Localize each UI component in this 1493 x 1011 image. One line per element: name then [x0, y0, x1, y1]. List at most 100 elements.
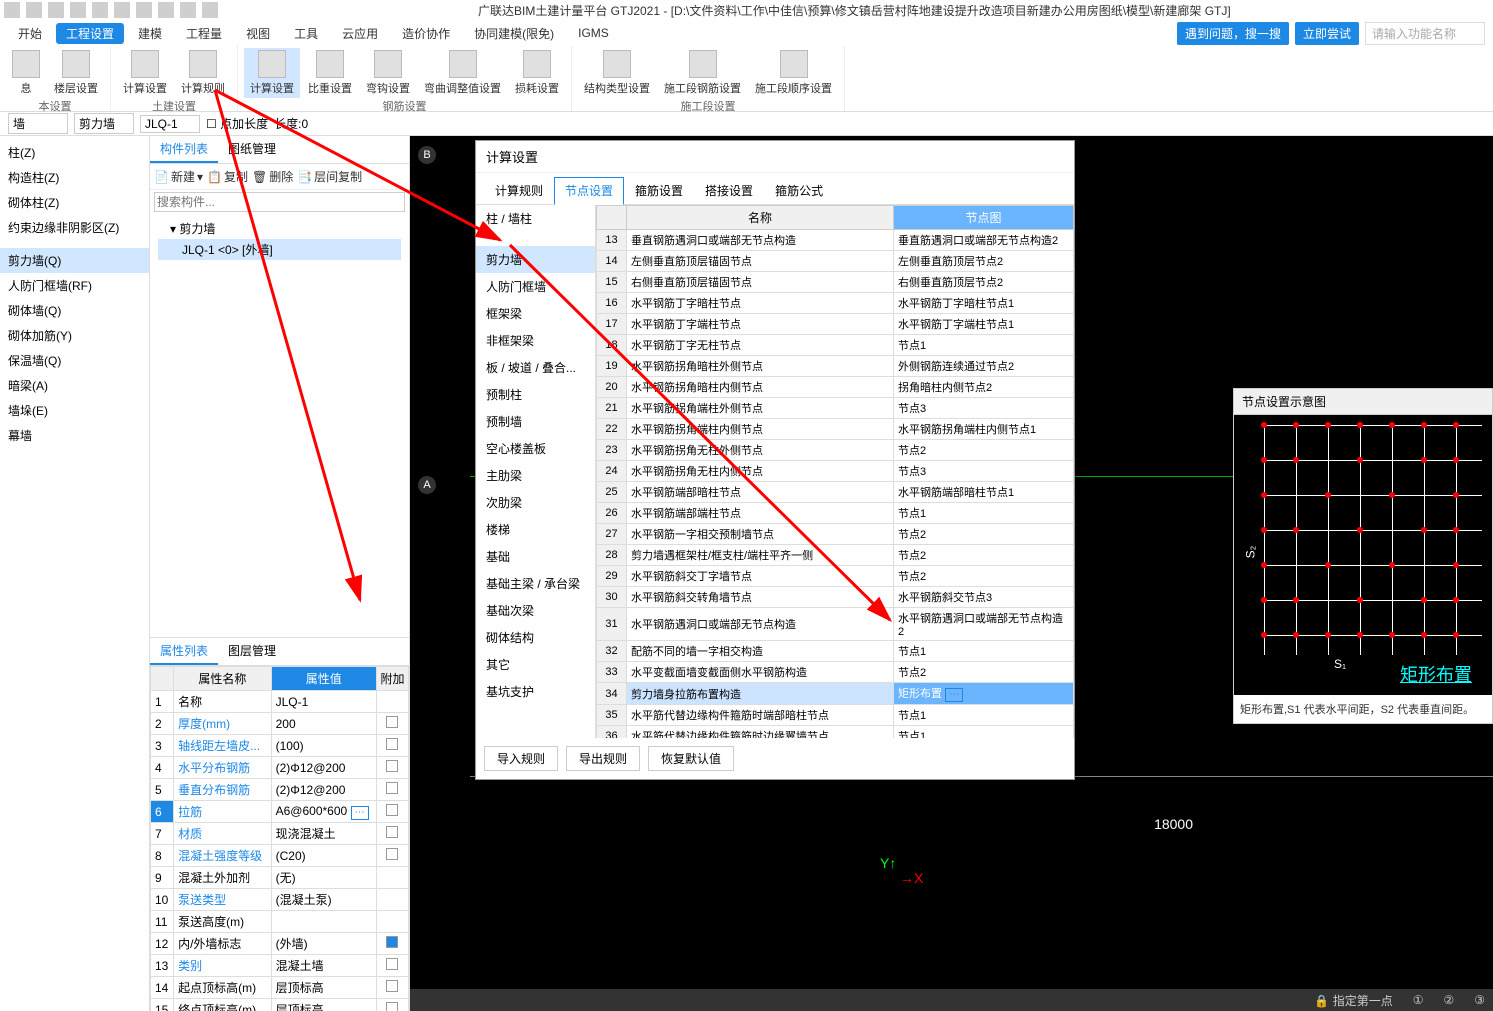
node-name[interactable]: 水平钢筋拐角端柱内侧节点	[627, 419, 894, 440]
category-item[interactable]: 预制柱	[476, 381, 595, 408]
prop-value[interactable]: (C20)	[271, 845, 376, 867]
category-item[interactable]: 柱 / 墙柱	[476, 205, 595, 232]
prop-value[interactable]: A6@600*600 ⋯	[271, 801, 376, 823]
status-circle[interactable]: ③	[1474, 993, 1485, 1007]
node-value[interactable]: 外侧钢筋连续通过节点2	[894, 356, 1074, 377]
nav-masonry-wall[interactable]: 砌体墙(Q)	[0, 298, 149, 323]
node-value[interactable]: 节点1	[894, 641, 1074, 662]
edit-button[interactable]: ⋯	[351, 806, 369, 820]
prop-chk[interactable]	[376, 735, 408, 757]
node-name[interactable]: 水平钢筋丁字端柱节点	[627, 314, 894, 335]
category-item[interactable]: 其它	[476, 651, 595, 678]
prop-name[interactable]: 泵送高度(m)	[174, 911, 272, 933]
dlg-tab-rules[interactable]: 计算规则	[484, 177, 554, 204]
prop-value[interactable]: 层顶标高	[271, 999, 376, 1011]
qat-icon[interactable]	[136, 2, 152, 18]
rb-weight[interactable]: 比重设置	[302, 48, 358, 98]
prop-name[interactable]: 终点顶标高(m)	[174, 999, 272, 1011]
qat-icon[interactable]	[26, 2, 42, 18]
prop-name[interactable]: 轴线距左墙皮...	[174, 735, 272, 757]
node-value[interactable]: 节点2	[894, 662, 1074, 683]
combo-type[interactable]: 剪力墙	[74, 113, 134, 134]
prop-chk[interactable]	[376, 977, 408, 999]
node-value[interactable]: 垂直筋遇洞口或端部无节点构造2	[894, 230, 1074, 251]
btn-copy[interactable]: 📋 复制	[207, 168, 248, 185]
search-tip[interactable]: 遇到问题，搜一搜	[1177, 22, 1289, 45]
node-value[interactable]: 矩形布置 ⋯	[894, 683, 1074, 705]
menu-modeling[interactable]: 建模	[128, 23, 172, 44]
prop-value[interactable]: (2)Φ12@200	[271, 779, 376, 801]
rb-rebar-calc[interactable]: 计算设置	[244, 48, 300, 98]
category-item[interactable]: 砌体结构	[476, 624, 595, 651]
category-item[interactable]: 基础次梁	[476, 597, 595, 624]
node-name[interactable]: 水平钢筋一字相交预制墙节点	[627, 524, 894, 545]
tab-drawing-mgmt[interactable]: 图纸管理	[218, 136, 286, 163]
prop-chk[interactable]	[376, 691, 408, 713]
dlg-tab-stirrup[interactable]: 箍筋设置	[624, 177, 694, 204]
btn-new[interactable]: 📄 新建 ▾	[154, 168, 203, 185]
nav-hidden-beam[interactable]: 暗梁(A)	[0, 373, 149, 398]
menu-tools[interactable]: 工具	[284, 23, 328, 44]
node-name[interactable]: 水平钢筋拐角无柱外侧节点	[627, 440, 894, 461]
prop-chk[interactable]	[376, 823, 408, 845]
nav-masonry-rebar[interactable]: 砌体加筋(Y)	[0, 323, 149, 348]
btn-layer-copy[interactable]: 📑 层间复制	[297, 168, 362, 185]
node-name[interactable]: 剪力墙遇框架柱/框支柱/端柱平齐一侧	[627, 545, 894, 566]
qat-icon[interactable]	[92, 2, 108, 18]
rb-loss[interactable]: 损耗设置	[509, 48, 565, 98]
node-name[interactable]: 配筋不同的墙一字相交构造	[627, 641, 894, 662]
nav-curtain[interactable]: 幕墙	[0, 423, 149, 448]
node-name[interactable]: 水平钢筋丁字暗柱节点	[627, 293, 894, 314]
prop-name[interactable]: 水平分布钢筋	[174, 757, 272, 779]
category-item[interactable]: 主肋梁	[476, 462, 595, 489]
btn-export-rule[interactable]: 导出规则	[566, 746, 640, 771]
node-value[interactable]: 水平钢筋遇洞口或端部无节点构造2	[894, 608, 1074, 641]
rb-floor[interactable]: 楼层设置	[48, 48, 104, 98]
prop-name[interactable]: 拉筋	[174, 801, 272, 823]
qat-icon[interactable]	[180, 2, 196, 18]
prop-name[interactable]: 名称	[174, 691, 272, 713]
node-name[interactable]: 水平钢筋拐角暗柱外侧节点	[627, 356, 894, 377]
category-item[interactable]: 基础主梁 / 承台梁	[476, 570, 595, 597]
category-item[interactable]: 空心楼盖板	[476, 435, 595, 462]
node-value[interactable]: 节点1	[894, 503, 1074, 524]
node-value[interactable]: 节点1	[894, 705, 1074, 726]
nav-pier[interactable]: 墙垛(E)	[0, 398, 149, 423]
menu-quantity[interactable]: 工程量	[176, 23, 232, 44]
qat-icon[interactable]	[114, 2, 130, 18]
category-item[interactable]: 板 / 坡道 / 叠合...	[476, 354, 595, 381]
dlg-tab-formula[interactable]: 箍筋公式	[764, 177, 834, 204]
prop-chk[interactable]	[376, 845, 408, 867]
node-value[interactable]: 右侧垂直筋顶层节点2	[894, 272, 1074, 293]
node-name[interactable]: 水平钢筋拐角无柱内侧节点	[627, 461, 894, 482]
prop-value[interactable]: 现浇混凝土	[271, 823, 376, 845]
menu-cloud[interactable]: 云应用	[332, 23, 388, 44]
node-value[interactable]: 节点2	[894, 440, 1074, 461]
prop-chk[interactable]	[376, 933, 408, 955]
node-name[interactable]: 水平筋代替边缘构件箍筋时边缘翼墙节点	[627, 726, 894, 739]
node-name[interactable]: 剪力墙身拉筋布置构造	[627, 683, 894, 705]
prop-name[interactable]: 垂直分布钢筋	[174, 779, 272, 801]
prop-name[interactable]: 内/外墙标志	[174, 933, 272, 955]
node-value[interactable]: 水平钢筋丁字暗柱节点1	[894, 293, 1074, 314]
node-name[interactable]: 水平钢筋斜交丁字墙节点	[627, 566, 894, 587]
combo-member[interactable]: JLQ-1	[140, 115, 200, 133]
node-value[interactable]: 节点3	[894, 398, 1074, 419]
qat-icon[interactable]	[70, 2, 86, 18]
category-item[interactable]: 基坑支护	[476, 678, 595, 705]
node-name[interactable]: 右侧垂直筋顶层锚固节点	[627, 272, 894, 293]
node-value[interactable]: 水平钢筋丁字端柱节点1	[894, 314, 1074, 335]
category-item[interactable]: 人防门框墙	[476, 273, 595, 300]
status-circle[interactable]: ①	[1413, 993, 1424, 1007]
rb-bend[interactable]: 弯曲调整值设置	[418, 48, 507, 98]
node-name[interactable]: 水平钢筋拐角端柱外侧节点	[627, 398, 894, 419]
prop-value[interactable]: (混凝土泵)	[271, 889, 376, 911]
function-search-input[interactable]: 请输入功能名称	[1365, 22, 1485, 45]
tab-layers[interactable]: 图层管理	[218, 638, 286, 665]
category-item[interactable]: 框架梁	[476, 300, 595, 327]
node-value[interactable]: 节点3	[894, 461, 1074, 482]
category-item[interactable]: 次肋梁	[476, 489, 595, 516]
prop-name[interactable]: 类别	[174, 955, 272, 977]
status-circle[interactable]: ②	[1443, 993, 1454, 1007]
prop-value[interactable]: JLQ-1	[271, 691, 376, 713]
